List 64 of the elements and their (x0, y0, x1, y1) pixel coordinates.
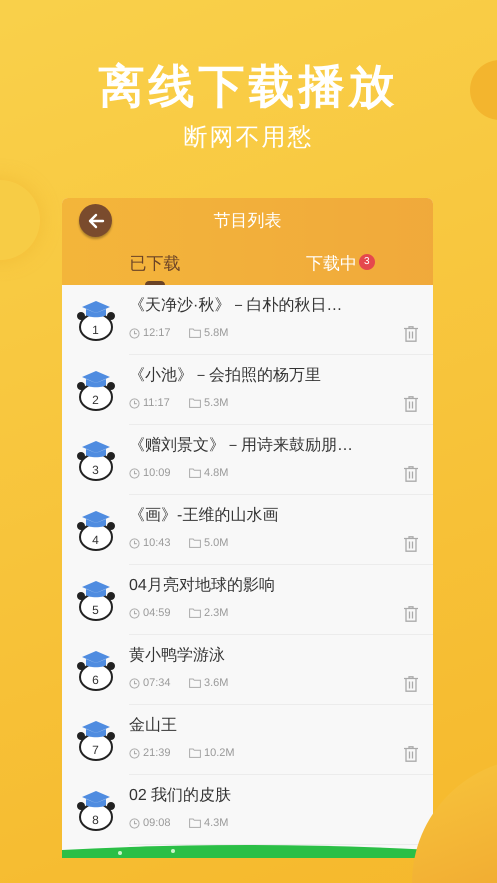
episode-title[interactable]: 黄小鸭学游泳 (129, 645, 225, 667)
file-size-text: 5.0M (204, 536, 228, 551)
clock-icon (129, 818, 140, 829)
delete-icon[interactable] (404, 606, 418, 622)
delete-icon[interactable] (404, 326, 418, 342)
episode-title[interactable]: 金山王 (129, 715, 177, 737)
file-size-text: 4.8M (204, 466, 228, 481)
delete-icon[interactable] (404, 536, 418, 552)
duration-text: 09:08 (143, 816, 172, 831)
clock-icon (129, 468, 140, 479)
delete-icon[interactable] (404, 396, 418, 412)
screen-title: 节目列表 (214, 210, 282, 232)
folder-icon (189, 818, 201, 828)
clock-icon (129, 538, 140, 549)
duration-text: 10:43 (143, 536, 172, 551)
duration-text: 04:59 (143, 606, 172, 621)
clock-icon (129, 608, 140, 619)
episode-number: 2 (91, 392, 100, 409)
tab-indicator (144, 281, 165, 285)
tab[interactable]: 已下载 (125, 243, 184, 285)
file-size-text: 3.6M (204, 676, 228, 691)
count-badge: 3 (358, 254, 375, 270)
folder-icon (189, 468, 201, 478)
episode-title[interactable]: 《画》-王维的山水画 (129, 505, 278, 527)
duration-text: 12:17 (143, 326, 172, 341)
subheadline: 断网不用愁 (184, 123, 314, 153)
folder-icon (189, 538, 201, 548)
duration-text: 21:39 (143, 746, 172, 761)
delete-icon[interactable] (404, 676, 418, 692)
file-size-text: 2.3M (204, 606, 228, 621)
episode-number: 3 (91, 462, 100, 479)
episode-number: 5 (91, 602, 100, 619)
episode-title[interactable]: 《赠刘景文》－用诗来鼓励朋… (129, 435, 353, 457)
folder-icon (189, 608, 201, 618)
episode-title[interactable]: 《天净沙·秋》－白朴的秋日… (129, 295, 342, 317)
back-arrow-icon (86, 212, 104, 228)
folder-icon (189, 748, 201, 758)
episode-title[interactable]: 《小池》－会拍照的杨万里 (129, 365, 321, 387)
file-size-text: 5.8M (204, 326, 228, 341)
duration-text: 07:34 (143, 676, 172, 691)
folder-icon (189, 678, 201, 688)
episode-title[interactable]: 04月亮对地球的影响 (129, 575, 275, 597)
clock-icon (129, 748, 140, 759)
file-size-text: 10.2M (204, 746, 235, 761)
episode-number: 7 (91, 742, 100, 759)
duration-text: 10:09 (143, 466, 172, 481)
episode-number: 8 (91, 812, 100, 829)
folder-icon (189, 398, 201, 408)
episode-title[interactable]: 02 我们的皮肤 (129, 785, 232, 807)
back-button[interactable] (79, 204, 112, 237)
tab[interactable]: 下载中 3 (302, 243, 379, 285)
file-size-text: 5.3M (204, 396, 228, 411)
file-size-text: 4.3M (204, 816, 228, 831)
delete-icon[interactable] (404, 746, 418, 762)
duration-text: 11:17 (143, 396, 171, 411)
episode-number: 4 (91, 532, 100, 549)
episode-number: 1 (91, 322, 100, 339)
clock-icon (129, 678, 140, 689)
clock-icon (129, 398, 140, 409)
folder-icon (189, 328, 201, 338)
episode-number: 6 (91, 672, 100, 689)
delete-icon[interactable] (404, 466, 418, 482)
clock-icon (129, 328, 140, 339)
headline: 离线下载播放 (98, 59, 398, 114)
